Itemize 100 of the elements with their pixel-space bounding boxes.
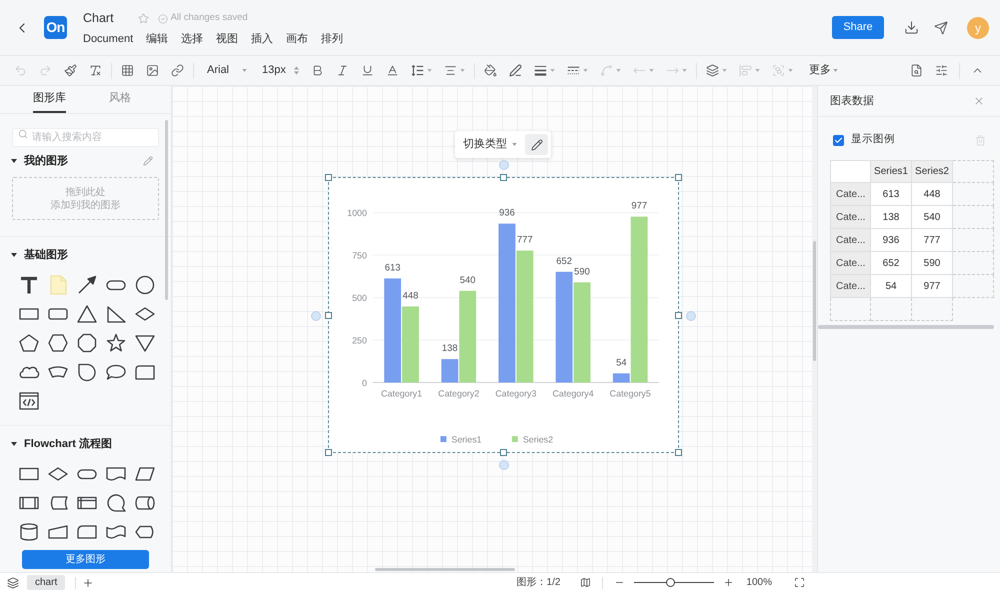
code-block-shape-icon[interactable] xyxy=(18,390,40,410)
sequential-storage-shape-icon[interactable] xyxy=(104,492,126,512)
resize-handle[interactable] xyxy=(675,174,682,181)
row-header[interactable]: Cate... xyxy=(830,229,871,252)
table-cell[interactable]: 652 xyxy=(871,252,912,275)
resize-handle[interactable] xyxy=(325,174,332,181)
section-header[interactable]: 基础图形 xyxy=(11,246,68,264)
more-button[interactable]: 更多 xyxy=(805,60,842,82)
resize-handle[interactable] xyxy=(325,312,332,319)
more-shapes-button[interactable]: 更多图形 xyxy=(22,550,149,569)
scrollbar[interactable] xyxy=(813,241,816,361)
app-logo[interactable]: On xyxy=(44,16,67,39)
y-axis-label: 500 xyxy=(352,292,367,303)
resize-handle[interactable] xyxy=(500,449,507,456)
scrollbar[interactable] xyxy=(165,120,168,300)
caret-icon xyxy=(616,69,621,72)
spinner-icon xyxy=(294,66,299,75)
row-header[interactable]: Cate... xyxy=(830,183,871,206)
empty-table-cell[interactable] xyxy=(830,298,871,321)
font-family-dropdown[interactable]: Arial xyxy=(197,60,255,82)
scrollbar[interactable] xyxy=(375,568,515,571)
triangle-shape-icon[interactable] xyxy=(76,304,98,324)
layers-icon xyxy=(706,64,719,77)
search-field[interactable]: 请输入搜索内容 xyxy=(12,128,159,147)
row-header[interactable]: Cate... xyxy=(830,206,871,229)
edit-chart-button[interactable] xyxy=(525,134,548,155)
data-label: 54 xyxy=(616,356,627,368)
column-header[interactable]: Series1 xyxy=(871,160,912,183)
sidebar-tab[interactable]: 图形库 xyxy=(33,86,66,113)
chart-type-dropdown[interactable]: 切换类型 xyxy=(463,136,517,153)
pentagon-shape-icon[interactable] xyxy=(18,332,40,352)
x-axis-label: Category4 xyxy=(552,388,594,398)
share-button[interactable]: Share xyxy=(832,16,884,39)
row-header[interactable]: Cate... xyxy=(830,252,871,275)
empty-table-cell[interactable] xyxy=(871,298,912,321)
add-page-button[interactable] xyxy=(82,576,94,588)
menu-item[interactable]: 插入 xyxy=(251,32,274,46)
right-triangle-shape-icon[interactable] xyxy=(104,304,126,324)
menu-item[interactable]: 选择 xyxy=(181,32,204,46)
table-cell[interactable]: 448 xyxy=(912,183,953,206)
star-shape-icon[interactable] xyxy=(104,332,126,352)
scrollbar[interactable] xyxy=(818,325,994,329)
edit-button[interactable] xyxy=(143,156,153,166)
minimap-button[interactable] xyxy=(580,577,592,588)
empty-table-cell[interactable] xyxy=(912,298,953,321)
resize-handle[interactable] xyxy=(675,449,682,456)
caret-icon xyxy=(722,69,727,72)
menu-item[interactable]: 编辑 xyxy=(146,32,168,46)
send-icon xyxy=(934,20,948,34)
y-axis-label: 250 xyxy=(352,335,367,346)
section-header[interactable]: Flowchart 流程图 xyxy=(11,436,112,452)
fullscreen-button[interactable] xyxy=(794,577,805,588)
caret-icon xyxy=(550,69,555,72)
octagon-shape-icon[interactable] xyxy=(76,332,98,352)
table-cell[interactable]: 540 xyxy=(912,206,953,229)
paintbrush-icon xyxy=(64,64,77,77)
checkbox-label[interactable]: 显示图例 xyxy=(851,132,895,148)
table-cell[interactable]: 590 xyxy=(912,252,953,275)
table-cell[interactable]: 777 xyxy=(912,229,953,252)
legend-checkbox[interactable] xyxy=(833,134,844,146)
align-center-icon xyxy=(444,64,457,77)
menu-item[interactable]: 排列 xyxy=(321,32,344,46)
teardrop-shape-icon[interactable] xyxy=(76,362,98,382)
menu-item[interactable]: 画布 xyxy=(286,32,308,46)
caret-icon xyxy=(755,69,760,72)
menu-item[interactable]: 视图 xyxy=(216,32,238,46)
redo-icon xyxy=(39,64,52,77)
row-header[interactable]: Cate... xyxy=(830,275,871,298)
resize-handle[interactable] xyxy=(325,449,332,456)
resize-handle[interactable] xyxy=(675,312,682,319)
menu-item[interactable]: Document xyxy=(83,32,134,46)
slider-thumb[interactable] xyxy=(666,578,675,587)
star-icon[interactable] xyxy=(138,13,149,24)
x-axis-label: Category1 xyxy=(380,388,422,398)
page-tab[interactable]: chart xyxy=(27,575,66,590)
table-cell[interactable]: 54 xyxy=(871,275,912,298)
page-search-icon xyxy=(910,64,923,77)
column-header[interactable]: Series2 xyxy=(912,160,953,183)
table-cell[interactable]: 613 xyxy=(871,183,912,206)
layers-button[interactable] xyxy=(7,576,19,588)
section-header[interactable]: 我的图形 xyxy=(11,152,68,170)
table-cell[interactable]: 936 xyxy=(871,229,912,252)
layers-icon xyxy=(7,576,19,588)
undo-icon xyxy=(14,64,27,77)
table-cell[interactable]: 138 xyxy=(871,206,912,229)
hexagon-shape-icon[interactable] xyxy=(46,332,68,352)
zoom-slider[interactable] xyxy=(634,578,714,587)
table-cell[interactable]: 977 xyxy=(912,275,953,298)
line-weight-icon xyxy=(534,64,547,77)
panel-title: 图表数据 xyxy=(830,94,874,109)
zoom-in-button[interactable] xyxy=(723,577,734,588)
resize-handle[interactable] xyxy=(500,174,507,181)
document-title[interactable]: Chart xyxy=(83,9,114,28)
data-label: 590 xyxy=(574,265,590,276)
font-size-field[interactable]: 13px xyxy=(255,60,305,82)
caret-icon xyxy=(512,143,517,146)
fullscreen-icon xyxy=(794,577,805,588)
database-shape-icon[interactable] xyxy=(18,522,40,542)
inverted-triangle-shape-icon[interactable] xyxy=(134,332,156,352)
circle-shape-icon[interactable] xyxy=(134,274,156,294)
